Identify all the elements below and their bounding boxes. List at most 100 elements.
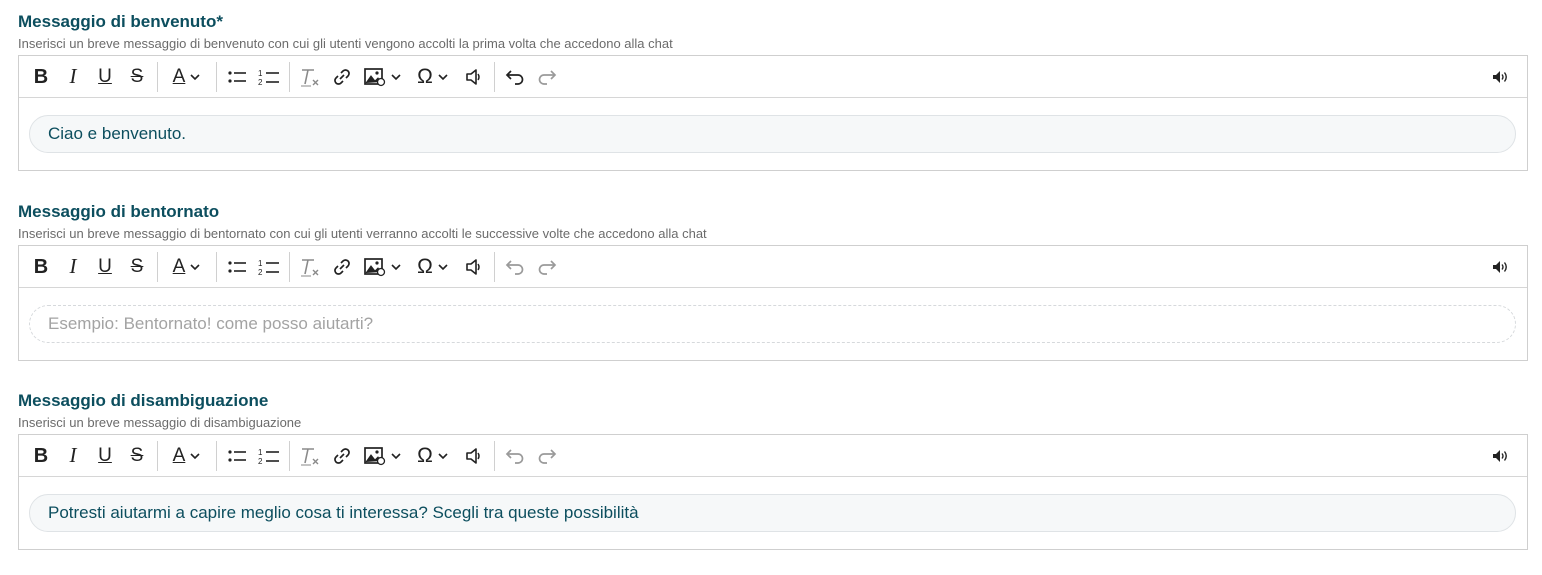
numbered-list-button[interactable]: 12 <box>253 252 285 282</box>
strikethrough-button[interactable]: S <box>121 62 153 92</box>
image-button[interactable] <box>358 252 408 282</box>
underline-icon: U <box>98 445 112 466</box>
italic-button[interactable]: I <box>57 441 89 471</box>
bullet-list-button[interactable] <box>221 441 253 471</box>
toolbar-separator <box>157 251 158 282</box>
toolbar-separator <box>157 61 158 92</box>
numbered-list-icon: 12 <box>258 259 279 276</box>
italic-button[interactable]: I <box>57 252 89 282</box>
strikethrough-icon: S <box>130 256 144 277</box>
section-title: Messaggio di benvenuto* <box>18 12 223 31</box>
rich-text-editor: B I U S A 12 <box>18 434 1528 550</box>
rich-text-editor: B I U S A 12 <box>18 55 1528 171</box>
numbered-list-button[interactable]: 12 <box>253 441 285 471</box>
editor-content[interactable]: Potresti aiutarmi a capire meglio cosa t… <box>29 494 1516 532</box>
image-icon <box>364 446 386 465</box>
strikethrough-button[interactable]: S <box>121 252 153 282</box>
section-welcome: Messaggio di benvenuto* Inserisci un bre… <box>18 12 1528 171</box>
editor-content-placeholder[interactable]: Esempio: Bentornato! come posso aiutarti… <box>29 305 1516 343</box>
link-button[interactable] <box>326 441 358 471</box>
redo-button[interactable] <box>531 441 563 471</box>
font-color-icon: A <box>172 256 186 277</box>
special-char-icon: Ω <box>417 65 433 88</box>
underline-button[interactable]: U <box>89 252 121 282</box>
special-char-button[interactable]: Ω <box>408 252 458 282</box>
bullet-list-button[interactable] <box>221 62 253 92</box>
undo-button[interactable] <box>499 252 531 282</box>
link-button[interactable] <box>326 252 358 282</box>
toolbar-separator <box>494 251 495 282</box>
section-welcome-back: Messaggio di bentornato Inserisci un bre… <box>18 202 1528 361</box>
clear-format-icon <box>301 447 319 465</box>
numbered-list-icon: 12 <box>258 448 279 465</box>
rich-text-editor: B I U S A 12 <box>18 245 1528 361</box>
special-char-button[interactable]: Ω <box>408 441 458 471</box>
font-color-button[interactable]: A <box>162 62 212 92</box>
toolbar-separator <box>216 440 217 471</box>
svg-text:2: 2 <box>258 78 263 86</box>
chevron-down-icon <box>190 73 200 80</box>
link-button[interactable] <box>326 62 358 92</box>
bullet-list-icon <box>228 70 246 83</box>
chevron-down-icon <box>438 452 448 459</box>
clear-format-button[interactable] <box>294 252 326 282</box>
section-description: Inserisci un breve messaggio di disambig… <box>18 415 302 430</box>
special-char-button[interactable]: Ω <box>408 62 458 92</box>
toolbar-separator <box>216 251 217 282</box>
text-to-speech-button[interactable] <box>1487 441 1515 471</box>
font-color-button[interactable]: A <box>162 252 212 282</box>
speaker-icon <box>466 447 480 464</box>
svg-text:1: 1 <box>258 69 263 78</box>
svg-text:2: 2 <box>258 457 263 465</box>
link-icon <box>334 258 350 275</box>
toolbar-separator <box>494 440 495 471</box>
section-title: Messaggio di bentornato <box>18 202 220 221</box>
strikethrough-icon: S <box>130 66 144 87</box>
svg-text:1: 1 <box>258 259 263 268</box>
toolbar-separator <box>494 61 495 92</box>
clear-format-button[interactable] <box>294 441 326 471</box>
undo-button[interactable] <box>499 441 531 471</box>
redo-icon <box>538 448 557 464</box>
text-to-speech-button[interactable] <box>1487 252 1515 282</box>
link-icon <box>334 68 350 85</box>
bold-icon: B <box>33 444 49 467</box>
underline-button[interactable]: U <box>89 441 121 471</box>
underline-button[interactable]: U <box>89 62 121 92</box>
clear-format-button[interactable] <box>294 62 326 92</box>
chevron-down-icon <box>391 73 401 80</box>
section-description: Inserisci un breve messaggio di benvenut… <box>18 36 673 51</box>
toolbar-separator <box>157 440 158 471</box>
bold-button[interactable]: B <box>25 441 57 471</box>
strikethrough-button[interactable]: S <box>121 441 153 471</box>
chevron-down-icon <box>391 452 401 459</box>
italic-button[interactable]: I <box>57 62 89 92</box>
speaker-button[interactable] <box>458 62 490 92</box>
redo-button[interactable] <box>531 62 563 92</box>
underline-icon: U <box>98 256 112 277</box>
speaker-button[interactable] <box>458 252 490 282</box>
bullet-list-button[interactable] <box>221 252 253 282</box>
speaker-button[interactable] <box>458 441 490 471</box>
undo-icon <box>505 259 524 275</box>
bold-button[interactable]: B <box>25 62 57 92</box>
font-color-button[interactable]: A <box>162 441 212 471</box>
numbered-list-button[interactable]: 12 <box>253 62 285 92</box>
image-button[interactable] <box>358 441 408 471</box>
font-color-icon: A <box>172 445 186 466</box>
text-to-speech-button[interactable] <box>1487 62 1515 92</box>
editor-content[interactable]: Ciao e benvenuto. <box>29 115 1516 153</box>
speaker-icon <box>466 68 480 85</box>
image-icon <box>364 257 386 276</box>
bold-button[interactable]: B <box>25 252 57 282</box>
undo-button[interactable] <box>499 62 531 92</box>
speaker-icon <box>466 258 480 275</box>
toolbar-separator <box>289 61 290 92</box>
undo-icon <box>505 448 524 464</box>
image-button[interactable] <box>358 62 408 92</box>
strikethrough-icon: S <box>130 445 144 466</box>
svg-text:2: 2 <box>258 268 263 276</box>
chevron-down-icon <box>190 452 200 459</box>
special-char-icon: Ω <box>417 255 433 278</box>
redo-button[interactable] <box>531 252 563 282</box>
